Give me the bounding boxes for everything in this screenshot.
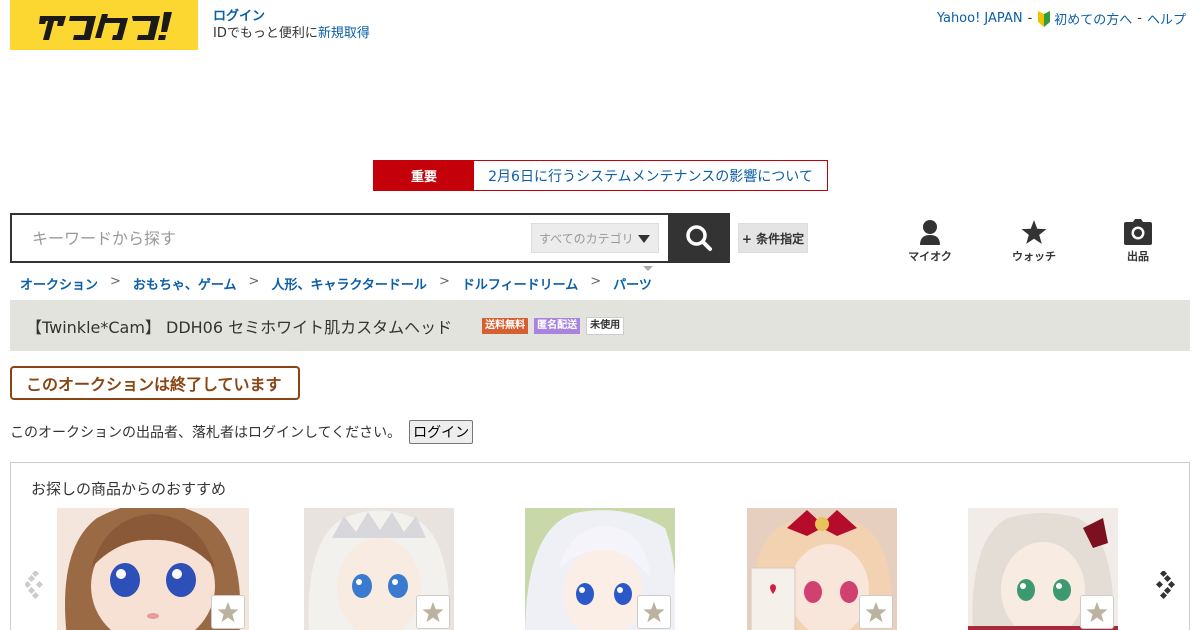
camera-icon (1124, 219, 1152, 245)
anonymous-shipping-badge: 匿名配送 (534, 317, 581, 334)
star-icon (1086, 601, 1108, 623)
watch-label: ウォッチ (1012, 250, 1056, 263)
login-note-text: このオークションの出品者、落札者はログインしてください。 (10, 425, 402, 441)
search-icon (686, 225, 712, 251)
separator: - (1137, 11, 1142, 26)
free-shipping-badge: 送料無料 (482, 317, 529, 334)
watch-button[interactable] (637, 595, 671, 629)
star-icon (217, 601, 239, 623)
maintenance-notice: 重要 2月6日に行うシステムメンテナンスの影響について (373, 160, 828, 191)
page-title: 【Twinkle*Cam】 DDH06 セミホワイト肌カスタムヘッド (26, 317, 453, 337)
watch-button[interactable] (416, 595, 450, 629)
login-link[interactable]: ログイン (213, 8, 370, 25)
search-input[interactable] (12, 215, 532, 261)
category-select-label: すべてのカテゴリ (539, 231, 634, 246)
carousel-next-icon[interactable] (1155, 571, 1175, 599)
sell-label: 出品 (1127, 250, 1149, 263)
search-button[interactable] (668, 213, 730, 263)
recommended-item[interactable] (57, 508, 249, 630)
watch-button[interactable] (859, 595, 893, 629)
search-bar: すべてのカテゴリ (10, 213, 730, 263)
star-icon (1021, 220, 1047, 244)
star-icon (643, 601, 665, 623)
watch-button[interactable] (211, 595, 245, 629)
watch-nav[interactable]: ウォッチ (1004, 219, 1064, 264)
search-options-arrow-icon[interactable] (643, 266, 653, 271)
login-button[interactable]: ログイン (409, 420, 474, 444)
recommended-item[interactable] (304, 508, 454, 630)
breadcrumb-item[interactable]: 人形、キャラクタードール (271, 274, 426, 293)
breadcrumb: オークション > おもちゃ、ゲーム > 人形、キャラクタードール > ドルフィー… (20, 274, 652, 293)
beginner-link-label: 初めての方へ (1054, 13, 1133, 28)
recommended-item[interactable] (968, 508, 1118, 630)
yahuoku-logo[interactable] (10, 0, 198, 50)
recommendation-panel: お探しの商品からのおすすめ (10, 462, 1190, 630)
logo-wordmark-icon (39, 12, 172, 40)
chevron-down-icon (638, 235, 650, 243)
condition-button[interactable]: + 条件指定 (738, 223, 808, 253)
beginner-link[interactable]: 初めての方へ (1037, 9, 1132, 28)
breadcrumb-separator: > (248, 274, 260, 289)
star-icon (422, 601, 444, 623)
breadcrumb-item[interactable]: パーツ (613, 274, 652, 293)
category-select[interactable]: すべてのカテゴリ (531, 223, 659, 253)
person-icon (920, 220, 940, 245)
login-box: ログイン IDでもっと便利に新規取得 (213, 8, 370, 42)
breadcrumb-item[interactable]: おもちゃ、ゲーム (133, 274, 237, 293)
breadcrumb-separator: > (438, 274, 450, 289)
myauction-label: マイオク (908, 250, 952, 263)
breadcrumb-item[interactable]: オークション (20, 274, 98, 293)
help-link[interactable]: ヘルプ (1147, 9, 1186, 28)
recommended-item[interactable] (747, 508, 897, 630)
myauction-nav[interactable]: マイオク (900, 219, 960, 264)
carousel-prev-icon[interactable] (25, 571, 45, 599)
login-subtext: IDでもっと便利に (213, 26, 318, 41)
recommended-item[interactable] (525, 508, 675, 630)
watch-button[interactable] (1080, 595, 1114, 629)
beginner-mark-icon (1038, 10, 1051, 27)
login-note: このオークションの出品者、落札者はログインしてください。 ログイン (10, 420, 474, 444)
top-links: Yahoo! JAPAN - 初めての方へ - ヘルプ (937, 9, 1186, 28)
breadcrumb-separator: > (110, 274, 121, 289)
breadcrumb-item[interactable]: ドルフィードリーム (462, 274, 578, 293)
notice-tag: 重要 (374, 161, 474, 190)
notice-link[interactable]: 2月6日に行うシステムメンテナンスの影響について (474, 161, 827, 190)
recommendation-heading: お探しの商品からのおすすめ (31, 480, 227, 498)
yahoo-japan-link[interactable]: Yahoo! JAPAN (937, 11, 1023, 26)
condition-badge: 未使用 (586, 316, 625, 335)
auction-ended-banner: このオークションは終了しています (10, 366, 300, 400)
star-icon (865, 601, 887, 623)
item-title-bar: 【Twinkle*Cam】 DDH06 セミホワイト肌カスタムヘッド 送料無料 … (10, 300, 1190, 351)
breadcrumb-separator: > (590, 274, 602, 289)
sell-nav[interactable]: 出品 (1108, 219, 1168, 264)
register-link[interactable]: 新規取得 (318, 26, 370, 41)
separator: - (1027, 11, 1033, 26)
